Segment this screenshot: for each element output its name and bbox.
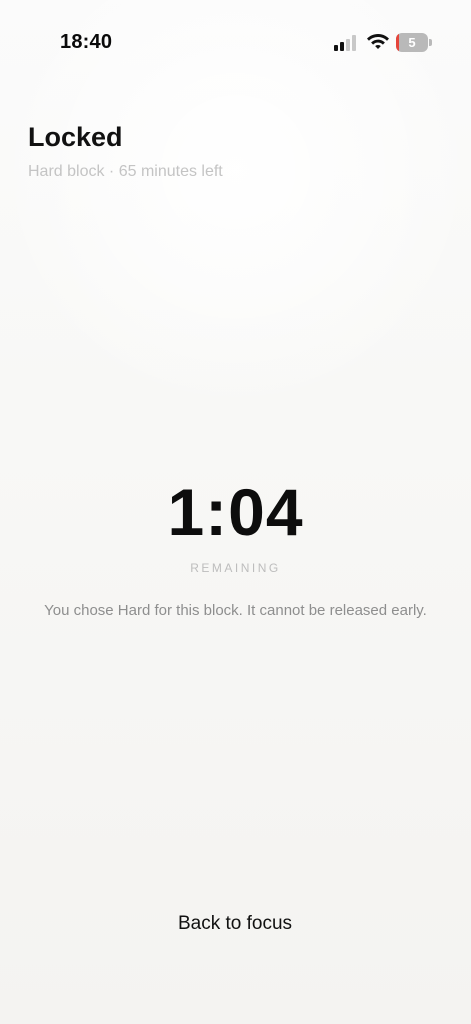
battery-level: 5 [408,35,416,50]
battery-icon: 5 [396,33,433,52]
page-title: Locked [28,122,123,152]
lock-message: You chose Hard for this block. It cannot… [44,602,427,619]
cellular-signal-icon [334,35,360,51]
timer-caption: REMAINING [190,561,281,575]
page-subtitle: Hard block · 65 minutes left [28,163,223,180]
back-to-focus-button[interactable]: Back to focus [135,904,335,944]
wifi-icon [367,34,389,49]
status-time: 18:40 [60,31,113,53]
timer-value: 1:04 [167,475,304,549]
status-bar: 18:40 5 [0,0,471,86]
